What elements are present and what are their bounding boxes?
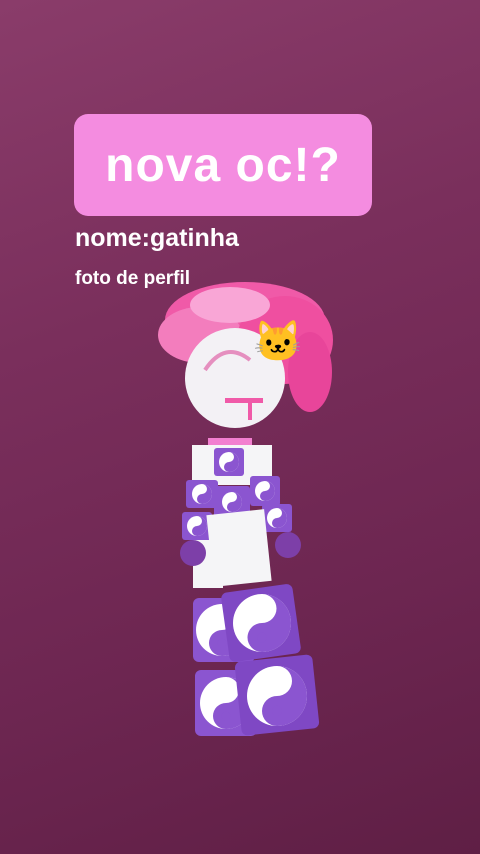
avatar-left-hand (180, 540, 206, 566)
avatar-collar (208, 438, 252, 445)
avatar-right-hand (275, 532, 301, 558)
roblox-avatar (158, 282, 333, 736)
cat-emoji-icon: 🐱 (253, 320, 303, 364)
avatar-legs (193, 584, 320, 736)
avatar-torso (182, 445, 292, 588)
